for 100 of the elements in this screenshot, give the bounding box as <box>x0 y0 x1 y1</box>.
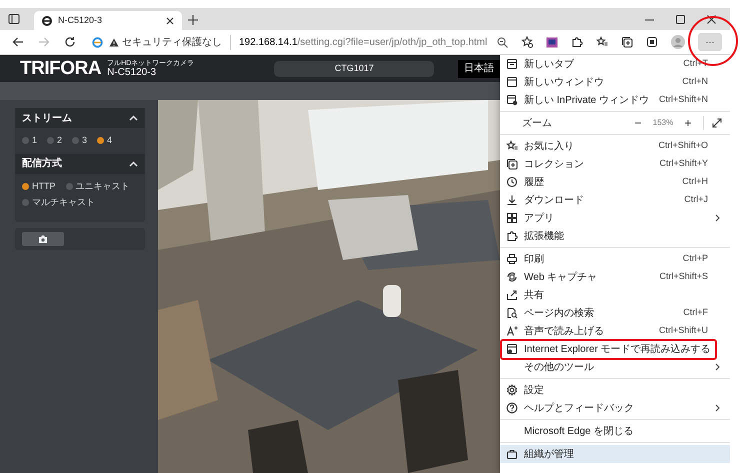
radio-button[interactable] <box>47 137 54 144</box>
collections-icon[interactable] <box>621 36 633 48</box>
window-icon <box>506 76 518 88</box>
clock-icon <box>506 176 518 188</box>
close-icon[interactable] <box>166 16 174 24</box>
help-icon <box>506 402 518 414</box>
shortcut-label: Ctrl+Shift+U <box>658 324 708 338</box>
radio-button[interactable] <box>22 137 29 144</box>
brand-logo: TRIFORA <box>20 59 102 78</box>
menu-item[interactable]: Microsoft Edge を閉じる <box>500 422 730 440</box>
panel-title: 配信方式 <box>22 156 63 171</box>
radio-option[interactable]: ユニキャスト <box>66 180 130 193</box>
model-name: N-C5120-3 <box>107 68 158 78</box>
menu-item[interactable]: 新しい InPrivate ウィンドウ Ctrl+Shift+N <box>500 91 730 109</box>
zoom-out-icon[interactable] <box>497 36 508 48</box>
menu-item[interactable]: ヘルプとフィードバック <box>500 399 730 417</box>
menu-item[interactable]: ダウンロード Ctrl+J <box>500 191 730 209</box>
app-icon[interactable] <box>546 36 558 48</box>
zoom-value: 153% <box>652 117 674 129</box>
camera-name-field: CTG1017 <box>274 60 434 76</box>
panel-title: ストリーム <box>22 112 73 126</box>
radio-button[interactable] <box>22 182 29 190</box>
browser-logo-icon <box>42 16 52 26</box>
shortcut-label: Ctrl+Shift+N <box>658 93 708 106</box>
radio-button[interactable] <box>72 137 80 144</box>
download-icon <box>506 194 518 206</box>
favorites-icon[interactable] <box>596 36 608 48</box>
menu-item[interactable]: 履歴 Ctrl+H <box>500 173 730 191</box>
profile-avatar-icon[interactable] <box>671 35 685 49</box>
ie-logo-icon <box>92 36 103 48</box>
menu-item[interactable]: 組織が管理 <box>500 445 730 463</box>
tab-title: N-C5120-3 <box>58 14 104 27</box>
tab-icon <box>506 58 518 70</box>
menu-item[interactable]: その他のツール <box>500 358 730 376</box>
radio-button[interactable] <box>97 137 104 144</box>
shortcut-label: Ctrl+P <box>682 252 708 266</box>
refresh-icon[interactable] <box>64 36 76 48</box>
menu-item[interactable]: お気に入り Ctrl+Shift+O <box>500 137 730 155</box>
new-tab-icon[interactable] <box>188 15 198 25</box>
radio-option[interactable]: 3 <box>72 134 88 148</box>
menu-item[interactable]: 音声で読み上げる Ctrl+Shift+U <box>500 322 730 340</box>
security-label: セキュリティ保護なし <box>122 36 222 50</box>
menu-label: ズーム <box>522 116 553 130</box>
back-icon[interactable] <box>12 36 24 48</box>
menu-item[interactable]: コレクション Ctrl+Shift+Y <box>500 155 730 173</box>
apps-icon <box>506 212 518 224</box>
puzzle-icon[interactable] <box>571 36 583 48</box>
chevron-icon[interactable] <box>129 115 138 121</box>
radio-option[interactable]: 4 <box>97 134 112 148</box>
find-icon <box>506 307 518 319</box>
close-icon[interactable] <box>707 15 716 24</box>
maximize-icon[interactable] <box>676 15 685 24</box>
share-icon <box>506 289 518 301</box>
warning-icon <box>109 38 119 46</box>
settings-icon <box>506 384 518 396</box>
zoom-in-button[interactable]: + <box>681 117 695 129</box>
ie-mode-icon <box>506 343 518 355</box>
collections-icon <box>506 158 518 170</box>
menu-item[interactable]: 設定 <box>500 381 730 399</box>
radio-option[interactable]: マルチキャスト <box>22 196 95 210</box>
add-favorite-icon[interactable] <box>521 36 533 48</box>
radio-option[interactable]: 2 <box>47 134 62 148</box>
shortcut-label: Ctrl+Shift+O <box>658 139 708 152</box>
browser-tab[interactable]: N-C5120-3 <box>34 11 182 30</box>
capture-icon <box>506 271 518 283</box>
menu-item[interactable]: 拡張機能 <box>500 227 730 245</box>
shortcut-label: Ctrl+Shift+Y <box>659 157 708 170</box>
shortcut-label: Ctrl+H <box>682 175 708 188</box>
camera-icon <box>38 234 48 242</box>
radio-button[interactable] <box>22 199 29 206</box>
chevron-icon[interactable] <box>129 160 138 166</box>
menu-item[interactable]: Internet Explorer モードで再読み込みする <box>500 340 730 358</box>
radio-button[interactable] <box>66 182 72 190</box>
panel-header[interactable]: 配信方式 <box>15 154 145 174</box>
menu-item[interactable]: 印刷 Ctrl+P <box>500 250 730 268</box>
fullscreen-icon[interactable] <box>712 118 722 128</box>
radio-option[interactable]: HTTP <box>22 180 56 193</box>
menu-item[interactable]: Web キャプチャ Ctrl+Shift+S <box>500 268 730 286</box>
language-button[interactable]: 日本語 <box>458 60 500 78</box>
menu-item[interactable]: 新しいウィンドウ Ctrl+N <box>500 73 730 91</box>
briefcase-icon <box>506 448 518 460</box>
menu-item[interactable]: 共有 <box>500 286 730 304</box>
address-field[interactable]: 192.168.14.1/setting.cgi?file=user/jp/oth/jp_oth_top.html <box>239 34 488 50</box>
panel-header[interactable]: ストリーム <box>15 108 145 128</box>
radio-option[interactable]: 1 <box>22 134 38 148</box>
shortcut-label: Ctrl+J <box>684 193 708 206</box>
tab-actions-icon[interactable] <box>8 13 20 25</box>
more-button[interactable]: ··· <box>698 33 722 51</box>
star-icon <box>506 140 518 152</box>
printer-icon <box>506 253 518 265</box>
read-aloud-icon <box>506 325 518 337</box>
window-icon <box>506 94 518 106</box>
zoom-out-button[interactable]: − <box>631 117 645 129</box>
puzzle-icon <box>506 230 518 242</box>
snapshot-button[interactable] <box>22 232 64 246</box>
menu-item[interactable]: アプリ <box>500 209 730 227</box>
capture-icon[interactable] <box>646 36 658 48</box>
menu-item[interactable]: ページ内の検索 Ctrl+F <box>500 304 730 322</box>
shortcut-label: Ctrl+F <box>683 306 708 320</box>
shortcut-label: Ctrl+Shift+S <box>659 270 708 284</box>
